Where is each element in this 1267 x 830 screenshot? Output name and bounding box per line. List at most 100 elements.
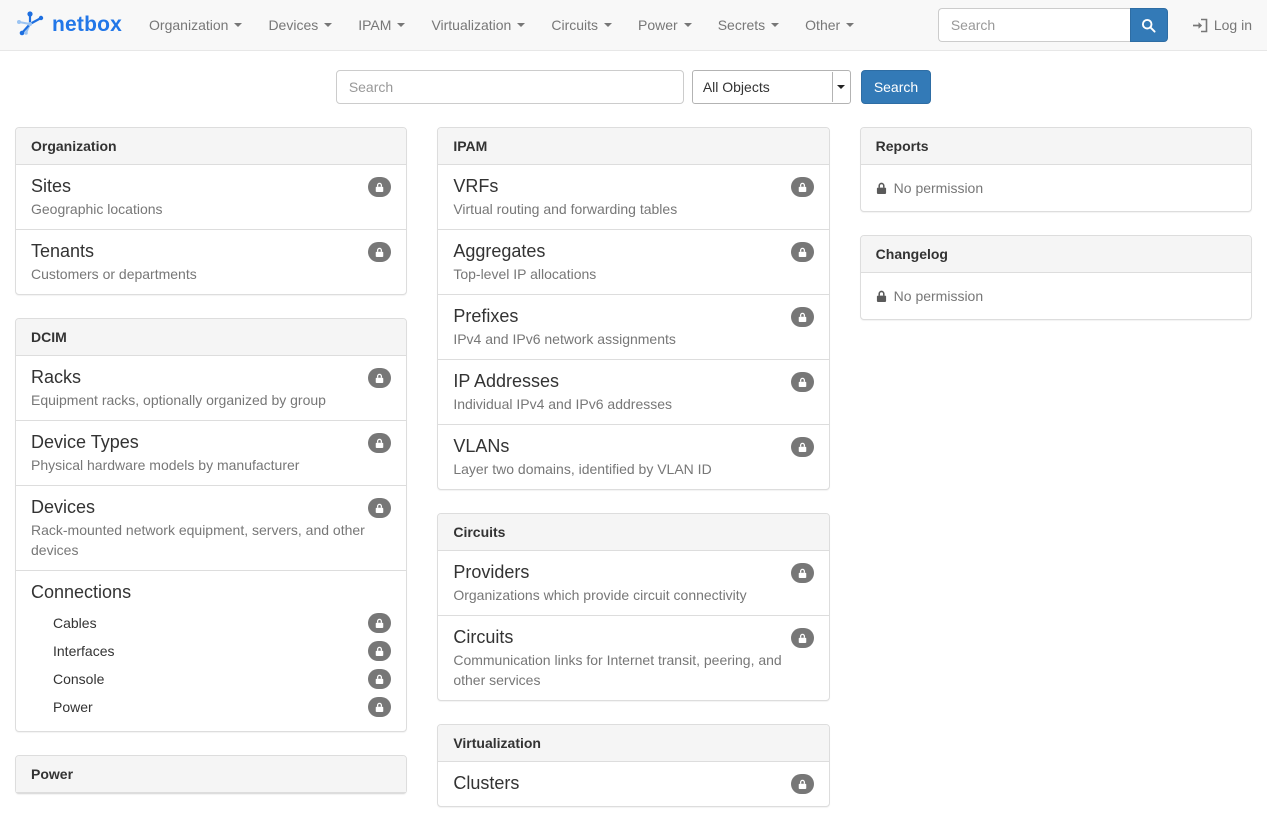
nav-item-label: IPAM — [358, 17, 391, 33]
panel-changelog: ChangelogNo permission — [860, 235, 1252, 320]
login-link[interactable]: Log in — [1192, 17, 1252, 33]
nav-item-ipam[interactable]: IPAM — [345, 0, 418, 50]
lock-icon — [791, 774, 814, 794]
sub-item-list: CablesInterfacesConsolePower — [31, 609, 391, 721]
navbar-search-button[interactable] — [1130, 8, 1168, 42]
list-item-sites: SitesGeographic locations — [16, 165, 406, 230]
item-description: Physical hardware models by manufacturer — [31, 455, 391, 475]
list-item-vrfs: VRFsVirtual routing and forwarding table… — [438, 165, 828, 230]
list-item-vlans: VLANsLayer two domains, identified by VL… — [438, 425, 828, 489]
lock-icon — [791, 372, 814, 392]
chevron-down-icon — [846, 23, 854, 27]
column-right: ReportsNo permissionChangelogNo permissi… — [845, 127, 1267, 343]
dashboard-content: OrganizationSitesGeographic locationsTen… — [0, 127, 1267, 830]
lock-icon — [368, 669, 391, 689]
navbar-search-input[interactable] — [938, 8, 1130, 42]
item-description: Individual IPv4 and IPv6 addresses — [453, 394, 813, 414]
nav-item-secrets[interactable]: Secrets — [705, 0, 792, 50]
chevron-down-icon — [234, 23, 242, 27]
lock-icon — [368, 641, 391, 661]
chevron-down-icon — [832, 72, 849, 102]
nav-item-label: Organization — [149, 17, 228, 33]
item-title: Devices — [31, 496, 391, 518]
item-title: Sites — [31, 175, 391, 197]
lock-icon — [791, 628, 814, 648]
nav-item-devices[interactable]: Devices — [255, 0, 345, 50]
panel-title: Reports — [861, 128, 1251, 165]
item-title: Circuits — [453, 626, 813, 648]
sub-item-label: Cables — [53, 615, 97, 631]
item-title: Prefixes — [453, 305, 813, 327]
netbox-brand[interactable]: netbox — [15, 10, 122, 40]
item-description: Geographic locations — [31, 199, 391, 219]
brand-label: netbox — [52, 13, 122, 37]
main-menu: Organization Devices IPAM Virtualization Cir… — [136, 0, 867, 50]
item-description: Rack-mounted network equipment, servers,… — [31, 520, 391, 560]
navbar-search-group — [938, 8, 1168, 42]
nav-item-power[interactable]: Power — [625, 0, 705, 50]
item-description: Virtual routing and forwarding tables — [453, 199, 813, 219]
lock-icon — [791, 307, 814, 327]
item-title: Aggregates — [453, 240, 813, 262]
nav-item-organization[interactable]: Organization — [136, 0, 255, 50]
global-search-row: All Objects Search — [0, 70, 1267, 104]
panel-title: DCIM — [16, 319, 406, 356]
object-type-select[interactable]: All Objects — [692, 70, 851, 104]
lock-icon — [368, 368, 391, 388]
lock-icon — [368, 697, 391, 717]
lock-icon — [368, 498, 391, 518]
item-description: Customers or departments — [31, 264, 391, 284]
login-label: Log in — [1214, 17, 1252, 33]
nav-item-circuits[interactable]: Circuits — [538, 0, 625, 50]
item-description: Top-level IP allocations — [453, 264, 813, 284]
panel-title: IPAM — [438, 128, 828, 165]
list-item-circuits: CircuitsCommunication links for Internet… — [438, 616, 828, 700]
lock-icon — [368, 613, 391, 633]
lock-icon — [368, 177, 391, 197]
nav-item-label: Secrets — [718, 17, 765, 33]
chevron-down-icon — [684, 23, 692, 27]
nav-item-label: Virtualization — [431, 17, 511, 33]
list-item-providers: ProvidersOrganizations which provide cir… — [438, 551, 828, 616]
panel-title: Virtualization — [438, 725, 828, 762]
lock-icon — [791, 242, 814, 262]
sub-item-label: Power — [53, 699, 93, 715]
no-permission-notice: No permission — [861, 165, 1251, 211]
nav-item-label: Circuits — [551, 17, 598, 33]
panel-virtualization: Virtualization Clusters — [437, 724, 829, 807]
lock-icon — [368, 433, 391, 453]
nav-item-other[interactable]: Other — [792, 0, 867, 50]
no-permission-label: No permission — [894, 180, 983, 196]
item-title: Connections — [31, 581, 391, 603]
panel-title: Changelog — [861, 236, 1251, 273]
sign-in-icon — [1192, 18, 1208, 33]
sub-item-power: Power — [31, 693, 391, 721]
panel-title: Organization — [16, 128, 406, 165]
panel-circuits: Circuits ProvidersOrganizations which pro… — [437, 513, 829, 701]
panel-ipam: IPAMVRFsVirtual routing and forwarding t… — [437, 127, 829, 490]
nav-item-label: Power — [638, 17, 678, 33]
no-permission-notice: No permission — [861, 273, 1251, 319]
panel-title: Power — [16, 756, 406, 793]
nav-item-virtualization[interactable]: Virtualization — [418, 0, 538, 50]
panel-dcim: DCIMRacksEquipment racks, optionally org… — [15, 318, 407, 732]
item-title: Clusters — [453, 772, 813, 794]
lock-icon — [791, 177, 814, 197]
sub-item-console: Console — [31, 665, 391, 693]
search-input[interactable] — [336, 70, 684, 104]
list-item-connections: ConnectionsCablesInterfacesConsolePower — [16, 571, 406, 731]
chevron-down-icon — [517, 23, 525, 27]
item-description: Organizations which provide circuit conn… — [453, 585, 813, 605]
nav-item-label: Devices — [268, 17, 318, 33]
item-description: Equipment racks, optionally organized by… — [31, 390, 391, 410]
lock-icon — [368, 242, 391, 262]
netbox-logo-icon — [15, 10, 45, 40]
lock-icon — [791, 437, 814, 457]
sub-item-cables: Cables — [31, 609, 391, 637]
search-button[interactable]: Search — [861, 70, 931, 104]
chevron-down-icon — [771, 23, 779, 27]
list-item-clusters: Clusters — [438, 762, 828, 806]
nav-item-label: Other — [805, 17, 840, 33]
chevron-down-icon — [397, 23, 405, 27]
panel-organization: OrganizationSitesGeographic locationsTen… — [15, 127, 407, 295]
